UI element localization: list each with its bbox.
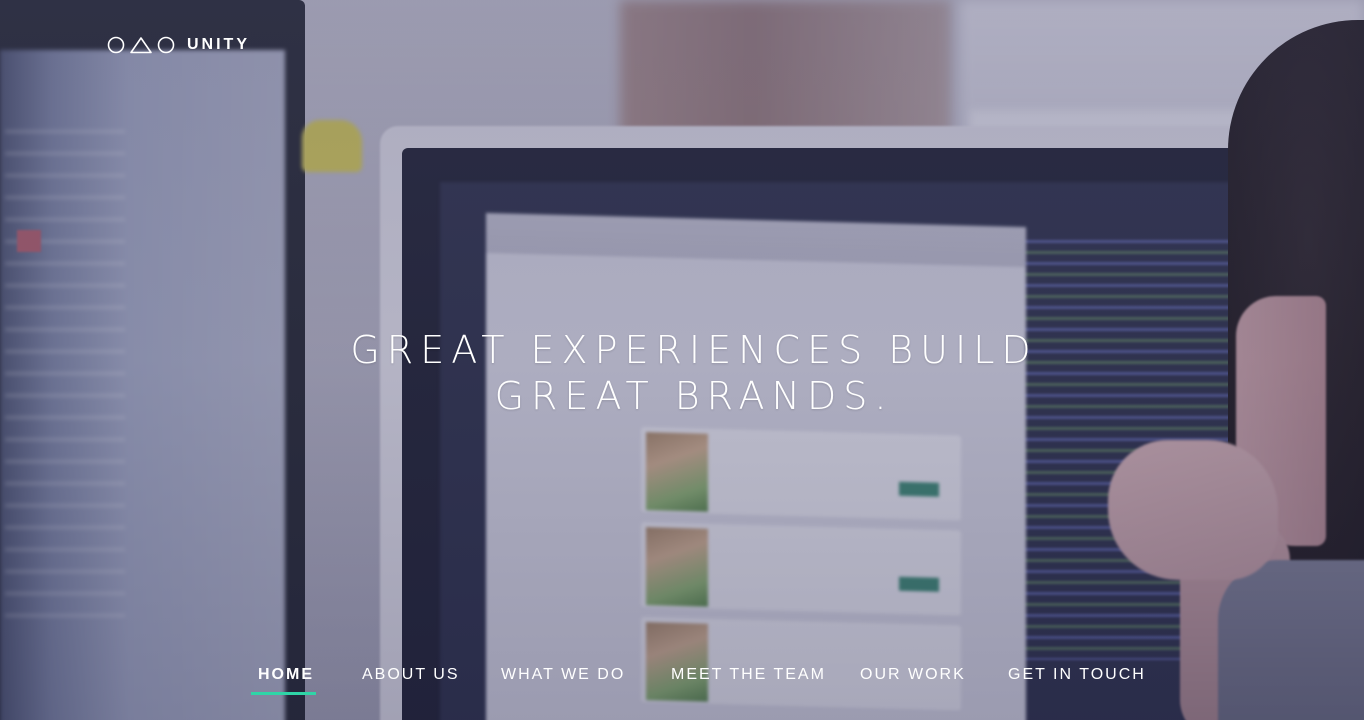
- circle-icon: [107, 36, 125, 54]
- brand-name: UNITY: [187, 36, 250, 53]
- nav-item-what-we-do[interactable]: WHAT WE DO: [501, 666, 625, 684]
- brand-logo[interactable]: UNITY: [107, 36, 250, 54]
- headline-line-1: GREAT EXPERIENCES BUILD: [350, 328, 1038, 372]
- nav-item-our-work[interactable]: OUR WORK: [860, 666, 966, 684]
- hero-headline: GREAT EXPERIENCES BUILD GREAT BRANDS.: [0, 327, 1364, 419]
- nav-item-meet-the-team[interactable]: MEET THE TEAM: [671, 666, 826, 684]
- nav-item-get-in-touch[interactable]: GET IN TOUCH: [1008, 666, 1146, 684]
- main-nav: HOME ABOUT US WHAT WE DO MEET THE TEAM O…: [0, 666, 1364, 696]
- triangle-icon: [130, 37, 152, 54]
- nav-active-indicator: [251, 692, 316, 695]
- headline-line-2: GREAT BRANDS.: [494, 374, 894, 418]
- nav-item-home[interactable]: HOME: [258, 666, 314, 684]
- circle-icon: [157, 36, 175, 54]
- nav-item-about-us[interactable]: ABOUT US: [362, 666, 460, 684]
- logo-mark: [107, 36, 175, 54]
